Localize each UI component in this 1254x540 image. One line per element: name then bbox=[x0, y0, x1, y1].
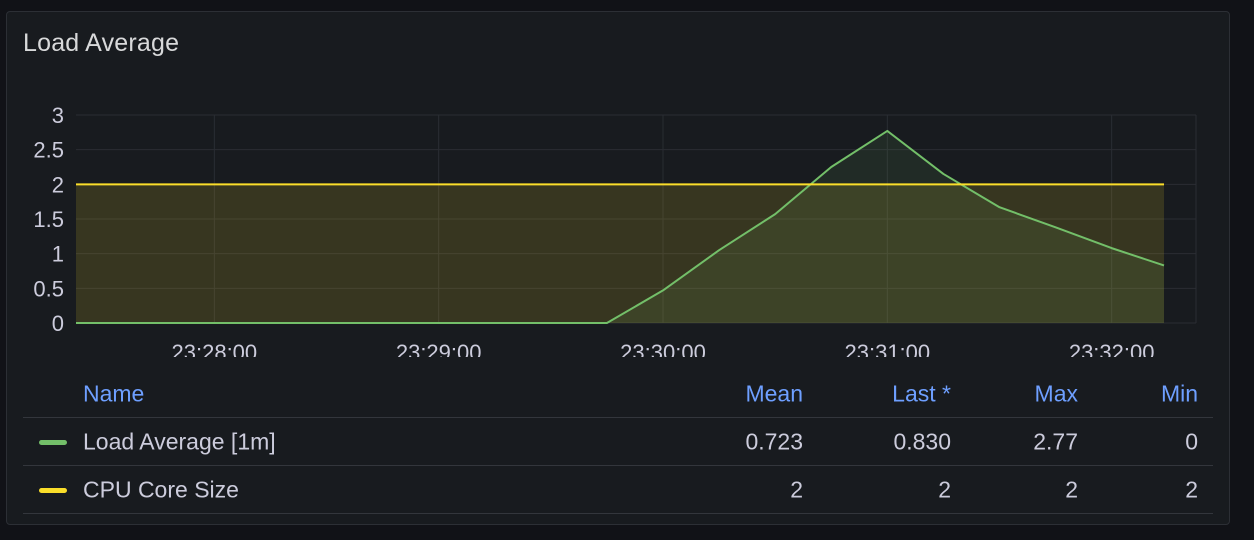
legend-header-last[interactable]: Last * bbox=[892, 380, 951, 407]
legend-header-name[interactable]: Name bbox=[83, 380, 144, 407]
y-tick-label: 0 bbox=[52, 311, 64, 336]
legend-min-value: 2 bbox=[1185, 476, 1198, 502]
legend-header-max[interactable]: Max bbox=[1035, 380, 1078, 407]
y-tick-label: 2 bbox=[52, 172, 64, 197]
x-tick-label: 23:29:00 bbox=[396, 340, 482, 357]
x-tick-label: 23:31:00 bbox=[845, 340, 931, 357]
load-average-chart[interactable]: 0 0.5 1 1.5 2 2.5 3 23:28:00 23:29:00 23:30:00 23:… bbox=[7, 12, 1229, 357]
legend-header-mean[interactable]: Mean bbox=[745, 380, 803, 407]
legend-swatch-load-average bbox=[39, 439, 67, 445]
legend-table: Name Mean Last * Max Min Load Average [1… bbox=[23, 370, 1213, 514]
y-tick-label: 1 bbox=[52, 242, 64, 267]
x-tick-label: 23:32:00 bbox=[1069, 340, 1155, 357]
x-tick-label: 23:28:00 bbox=[172, 340, 258, 357]
legend-header-min[interactable]: Min bbox=[1161, 380, 1198, 407]
y-tick-label: 1.5 bbox=[33, 207, 64, 232]
legend-series-name[interactable]: Load Average [1m] bbox=[83, 428, 276, 455]
y-tick-label: 3 bbox=[52, 103, 64, 128]
legend-row-load-average[interactable]: Load Average [1m] 0.723 0.830 2.77 0 bbox=[23, 417, 1213, 465]
legend-last-value: 0.830 bbox=[893, 428, 951, 454]
legend-swatch-cpu-core-size bbox=[39, 487, 67, 493]
legend-row-cpu-core-size[interactable]: CPU Core Size 2 2 2 2 bbox=[23, 465, 1213, 514]
x-tick-label: 23:30:00 bbox=[620, 340, 706, 357]
legend-series-name[interactable]: CPU Core Size bbox=[83, 476, 239, 503]
legend-header: Name Mean Last * Max Min bbox=[23, 370, 1213, 417]
legend-mean-value: 0.723 bbox=[745, 428, 803, 454]
legend-max-value: 2.77 bbox=[1033, 428, 1078, 454]
legend-mean-value: 2 bbox=[790, 476, 803, 502]
legend-min-value: 0 bbox=[1185, 428, 1198, 454]
y-tick-label: 0.5 bbox=[33, 276, 64, 301]
legend-max-value: 2 bbox=[1065, 476, 1078, 502]
legend-last-value: 2 bbox=[938, 476, 951, 502]
y-tick-label: 2.5 bbox=[33, 138, 64, 163]
load-average-panel: Load Average 0 0.5 1 1.5 2 2.5 3 23:28:00 23:29:… bbox=[6, 11, 1230, 525]
